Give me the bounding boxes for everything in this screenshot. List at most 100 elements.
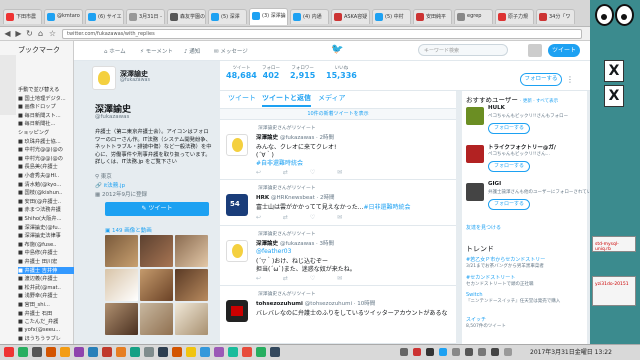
timeline-tab[interactable]: ツイート — [228, 93, 256, 103]
xterm-window[interactable]: yzi31do-20151 — [592, 276, 636, 306]
sidebar-bookmark-item[interactable]: ■ 画像ドロップ — [18, 103, 74, 110]
browser-tab[interactable]: 3月31日 - — [126, 9, 165, 24]
sidebar-bookmark-item[interactable]: ■ 弁護士 田川宏 — [18, 258, 74, 265]
suggestion-name[interactable]: トライクフォクトリー@ガ/ — [488, 143, 556, 151]
follow-button[interactable]: フォローする — [520, 73, 562, 86]
who-to-follow-links[interactable]: · 更新 · すべて表示 — [520, 99, 558, 104]
sidebar-bookmark-item[interactable]: ■ 中村光@@(@の — [18, 155, 74, 162]
tweet-avatar[interactable] — [226, 240, 248, 262]
xlogo-icon[interactable]: X — [604, 85, 624, 107]
media-thumb[interactable] — [175, 269, 208, 301]
twitter-search-input[interactable]: キーワード検索 — [418, 44, 508, 56]
trend-item[interactable]: #セカンドストリート セカンドストリートで頭の正社職 — [466, 274, 586, 287]
tray-icon[interactable] — [452, 348, 460, 356]
taskbar-app-icon[interactable] — [242, 347, 252, 357]
profile-stat[interactable]: フォロー 402 — [262, 65, 280, 80]
profile-stat[interactable]: ツイート 48,684 — [226, 65, 257, 80]
tray-icon[interactable] — [465, 348, 473, 356]
xclock-x-icon[interactable]: X — [604, 60, 624, 82]
tray-icon[interactable] — [439, 348, 447, 356]
profile-tweet-button[interactable]: ✎ ツイート — [105, 202, 209, 216]
tray-icon[interactable] — [504, 348, 512, 356]
browser-tab[interactable]: 原子力規 — [495, 9, 534, 24]
sidebar-bookmark-item[interactable]: ■ こたんだ_弁護 — [18, 318, 74, 325]
sidebar-bookmark-item[interactable]: ■ yofx(@seeu... — [18, 327, 74, 333]
sidebar-bookmark-item[interactable]: ■ 玖珠弁護士協... — [18, 138, 74, 145]
profile-website[interactable]: 🔗 it法務.jp — [95, 181, 125, 189]
tweet-avatar[interactable] — [226, 300, 248, 322]
profile-stat[interactable]: いいね 15,336 — [326, 65, 357, 80]
taskbar-app-icon[interactable] — [4, 347, 14, 357]
tweet-hashtag[interactable]: #自非還難時統会 — [256, 158, 303, 167]
tray-icon[interactable] — [413, 348, 421, 356]
tray-icon[interactable] — [491, 348, 499, 356]
suggestion-avatar[interactable] — [466, 183, 484, 201]
suggestion-follow-button[interactable]: フォローする — [488, 123, 530, 134]
sidebar-bookmark-item[interactable]: ■ 松井武(@mat.. — [18, 284, 74, 291]
tweet-item[interactable]: 深澤論史さんがリツイート 深澤論史 @fukazawas · 3時間 @feat… — [220, 226, 456, 286]
find-friends-link[interactable]: 友達を見つける — [466, 224, 501, 231]
taskbar-app-icon[interactable] — [144, 347, 154, 357]
tweet-avatar[interactable]: 54 — [226, 194, 248, 216]
tweet-hashtag[interactable]: #日非還難時統会 — [363, 204, 410, 211]
suggestion-follow-button[interactable]: フォローする — [488, 199, 530, 210]
star-icon[interactable]: ☆ — [48, 29, 57, 38]
sidebar-bookmark-item[interactable]: ■ 渡辺義(弁護士 — [18, 275, 74, 282]
browser-tab[interactable]: 安田純平 — [413, 9, 452, 24]
taskbar-app-icon[interactable] — [214, 347, 224, 357]
taskbar-app-icon[interactable] — [228, 347, 238, 357]
reload-icon[interactable]: ↻ — [25, 29, 34, 38]
tweet-item[interactable]: 深澤論史さんがリツイート tohsezozuhumi @tohsezozuhum… — [220, 286, 456, 344]
nav-home[interactable]: ⌂ ホーム — [104, 47, 126, 55]
sidebar-bookmark-item[interactable]: ■ 中村光@@(@の — [18, 146, 74, 153]
tweet-item[interactable]: 深澤論史さんがリツイート 54 HRK @HRKnewsbeat · 2時間 富… — [220, 180, 456, 226]
taskbar-app-icon[interactable] — [186, 347, 196, 357]
twitter-bird-icon[interactable]: 🐦 — [331, 44, 343, 55]
media-thumb[interactable] — [140, 303, 173, 335]
home-icon[interactable]: ⌂ — [36, 29, 45, 38]
back-icon[interactable]: ◀ — [3, 29, 12, 38]
timeline-tab[interactable]: ツイートと返信 — [262, 93, 311, 107]
browser-tab[interactable]: (6) サイエ — [85, 9, 124, 24]
sidebar-bookmark-item[interactable]: ■ 清水勉(@kyo... — [18, 181, 74, 188]
sidebar-bookmark-item[interactable]: ■ Shiho(大阪弁... — [18, 215, 74, 222]
sidebar-bookmark-item[interactable]: ■ 毎日新聞スト... — [18, 112, 74, 119]
sidebar-bookmark-item[interactable]: ■ ほうちうラブレ — [18, 335, 74, 342]
taskbar-app-icon[interactable] — [116, 347, 126, 357]
browser-tab[interactable]: (5) 深澤 — [208, 9, 247, 24]
media-thumb[interactable] — [105, 303, 138, 335]
taskbar-app-icon[interactable] — [270, 347, 280, 357]
sidebar-bookmark-item[interactable]: ■ 深澤論史(@fu.. — [18, 224, 74, 231]
suggestion-name[interactable]: HULK — [488, 105, 505, 111]
taskbar-app-icon[interactable] — [172, 347, 182, 357]
more-options-icon[interactable]: ⋮ — [566, 75, 574, 84]
new-tweets-banner[interactable]: 10件の新着ツイートを表示 — [220, 108, 456, 120]
media-thumb[interactable] — [140, 235, 173, 267]
taskbar-app-icon[interactable] — [200, 347, 210, 357]
trend-item[interactable]: Switch 『ニンテンドースイッチ』任天堂は発売で購入 — [466, 292, 586, 304]
tweet-mention[interactable]: @feather03 — [256, 248, 291, 255]
taskbar-app-icon[interactable] — [60, 347, 70, 357]
sidebar-bookmark-item[interactable]: ■ 弁護士 吉井伸 — [18, 266, 74, 274]
tray-icon[interactable] — [478, 348, 486, 356]
media-thumb[interactable] — [105, 269, 138, 301]
suggestion-avatar[interactable] — [466, 145, 484, 163]
media-thumb[interactable] — [175, 235, 208, 267]
browser-tab[interactable]: ASKA容疑 — [331, 9, 370, 24]
browser-tab[interactable]: (3) 深澤論 — [249, 8, 288, 25]
suggestion-follow-button[interactable]: フォローする — [488, 161, 530, 172]
sidebar-bookmark-item[interactable]: ■ 宮田_shi... — [18, 301, 74, 308]
browser-tab[interactable]: (4) 内通 — [290, 9, 329, 24]
browser-tab[interactable]: 下田市農 — [3, 9, 42, 24]
taskbar-app-icon[interactable] — [88, 347, 98, 357]
nav-moments[interactable]: ⚡ モーメント — [140, 47, 173, 55]
media-thumb[interactable] — [105, 235, 138, 267]
taskbar-app-icon[interactable] — [130, 347, 140, 357]
media-header[interactable]: ▣ 149 画像と動画 — [105, 226, 152, 234]
tweet-actions[interactable]: ↩ ⇄ ♡ ✉ — [256, 214, 352, 221]
profile-stat[interactable]: フォロワー 2,915 — [290, 65, 315, 80]
browser-tab[interactable]: egrep — [454, 9, 493, 24]
tweet-actions[interactable]: ↩ ⇄ ♡ ✉ — [256, 275, 352, 282]
media-thumb[interactable] — [175, 303, 208, 335]
taskbar-app-icon[interactable] — [74, 347, 84, 357]
